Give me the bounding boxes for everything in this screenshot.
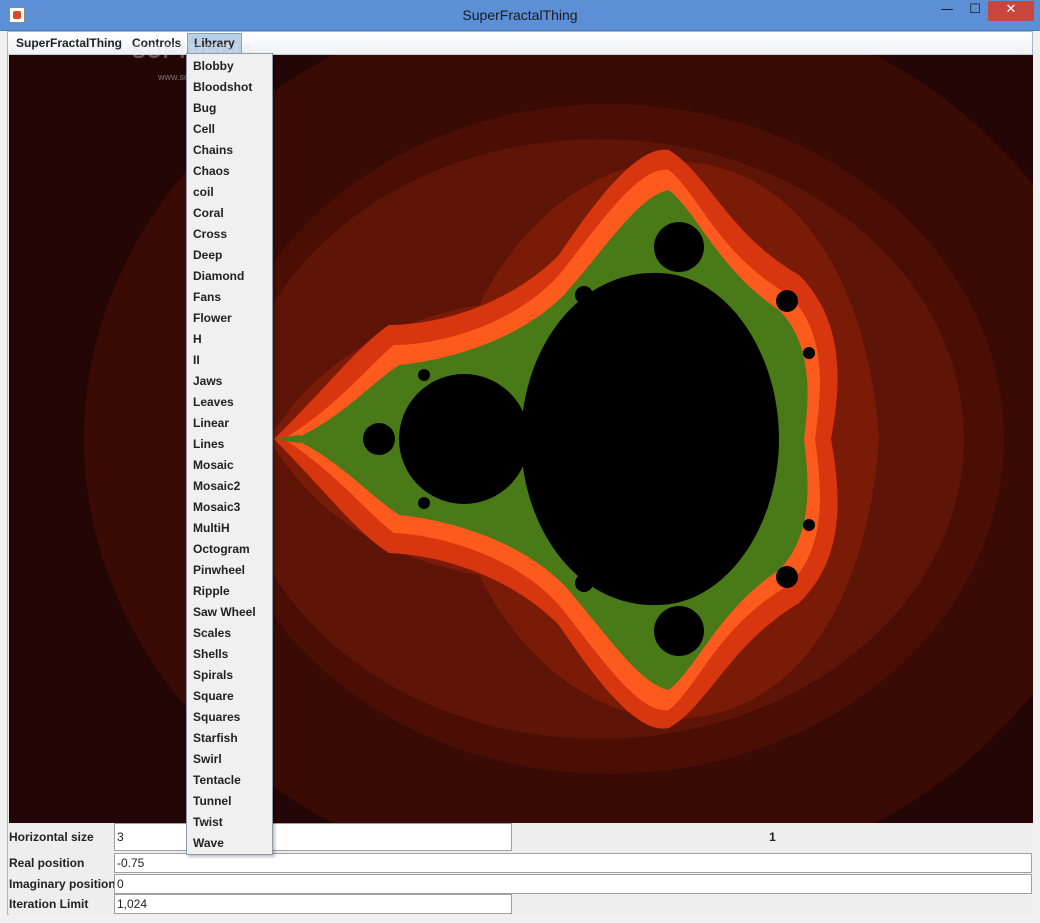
library-item-swirl[interactable]: Swirl xyxy=(187,749,272,770)
library-item-cross[interactable]: Cross xyxy=(187,224,272,245)
library-item-octogram[interactable]: Octogram xyxy=(187,539,272,560)
library-item-chaos[interactable]: Chaos xyxy=(187,161,272,182)
small-bulb-left xyxy=(363,423,395,455)
library-item-squares[interactable]: Squares xyxy=(187,707,272,728)
horizontal-size-label: Horizontal size xyxy=(9,830,94,844)
window-title: SuperFractalThing xyxy=(462,7,578,23)
library-dropdown-menu: Blobby Bloodshot Bug Cell Chains Chaos coil Cor… xyxy=(186,53,273,855)
library-item-lines[interactable]: Lines xyxy=(187,434,272,455)
mandelbrot-render xyxy=(9,55,1033,823)
close-button[interactable]: ✕ xyxy=(988,1,1034,21)
library-item-blobby[interactable]: Blobby xyxy=(187,56,272,77)
minimize-button[interactable]: — xyxy=(934,1,960,21)
imaginary-position-label: Imaginary position xyxy=(9,877,116,891)
library-item-cell[interactable]: Cell xyxy=(187,119,272,140)
imaginary-position-input[interactable]: 0 xyxy=(114,874,1032,894)
library-item-tunnel[interactable]: Tunnel xyxy=(187,791,272,812)
library-item-jaws[interactable]: Jaws xyxy=(187,371,272,392)
bottom-bulb xyxy=(654,606,704,656)
control-panel: Horizontal size 3 1 Real position -0.75 … xyxy=(9,823,1033,915)
library-item-mosaic2[interactable]: Mosaic2 xyxy=(187,476,272,497)
horizontal-size-input[interactable]: 3 xyxy=(114,823,512,851)
bulb-left-upper xyxy=(418,369,430,381)
library-item-shells[interactable]: Shells xyxy=(187,644,272,665)
library-item-chains[interactable]: Chains xyxy=(187,140,272,161)
bulb-left-lower xyxy=(418,497,430,509)
main-cardioid xyxy=(521,272,779,606)
library-item-bloodshot[interactable]: Bloodshot xyxy=(187,77,272,98)
library-item-tentacle[interactable]: Tentacle xyxy=(187,770,272,791)
menu-superfractalthing[interactable]: SuperFractalThing xyxy=(10,34,128,53)
library-item-scales[interactable]: Scales xyxy=(187,623,272,644)
top-bulb xyxy=(654,222,704,272)
library-item-leaves[interactable]: Leaves xyxy=(187,392,272,413)
iteration-count: 1 xyxy=(769,830,776,844)
library-item-square[interactable]: Square xyxy=(187,686,272,707)
iteration-limit-label: Iteration Limit xyxy=(9,897,89,911)
library-item-diamond[interactable]: Diamond xyxy=(187,266,272,287)
fractal-canvas[interactable] xyxy=(9,55,1033,823)
library-item-linear[interactable]: Linear xyxy=(187,413,272,434)
library-item-flower[interactable]: Flower xyxy=(187,308,272,329)
bulb-lower-right xyxy=(776,566,798,588)
library-item-multih[interactable]: MultiH xyxy=(187,518,272,539)
bulb-upper-right xyxy=(776,290,798,312)
library-item-spirals[interactable]: Spirals xyxy=(187,665,272,686)
iteration-limit-input[interactable]: 1,024 xyxy=(114,894,512,914)
library-item-mosaic3[interactable]: Mosaic3 xyxy=(187,497,272,518)
library-item-pinwheel[interactable]: Pinwheel xyxy=(187,560,272,581)
library-item-saw-wheel[interactable]: Saw Wheel xyxy=(187,602,272,623)
library-item-twist[interactable]: Twist xyxy=(187,812,272,833)
real-position-label: Real position xyxy=(9,856,85,870)
title-bar: SuperFractalThing — ☐ ✕ xyxy=(0,0,1040,31)
library-item-bug[interactable]: Bug xyxy=(187,98,272,119)
library-item-ripple[interactable]: Ripple xyxy=(187,581,272,602)
real-position-input[interactable]: -0.75 xyxy=(114,853,1032,873)
library-item-wave[interactable]: Wave xyxy=(187,833,272,854)
library-item-ii[interactable]: II xyxy=(187,350,272,371)
library-item-fans[interactable]: Fans xyxy=(187,287,272,308)
library-item-deep[interactable]: Deep xyxy=(187,245,272,266)
library-item-h[interactable]: H xyxy=(187,329,272,350)
library-item-coral[interactable]: Coral xyxy=(187,203,272,224)
bulb-right-2 xyxy=(803,519,815,531)
library-item-mosaic[interactable]: Mosaic xyxy=(187,455,272,476)
bulb-right-1 xyxy=(803,347,815,359)
app-frame: SuperFractalThing Controls Library SOFTP… xyxy=(7,31,1033,915)
bulb-upper-left xyxy=(575,286,593,304)
library-item-coil[interactable]: coil xyxy=(187,182,272,203)
period-2-bulb xyxy=(399,374,529,504)
maximize-button[interactable]: ☐ xyxy=(962,1,988,21)
bulb-lower-left xyxy=(575,574,593,592)
library-item-starfish[interactable]: Starfish xyxy=(187,728,272,749)
